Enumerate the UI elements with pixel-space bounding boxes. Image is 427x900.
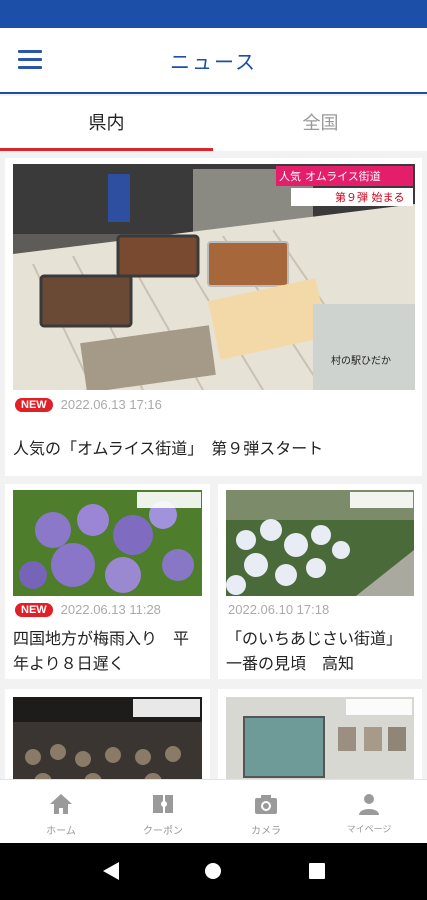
tab-nationwide[interactable]: 全国 [214, 96, 427, 151]
nav-label: ホーム [46, 826, 76, 837]
bottom-navigation: ホーム クーポン カメラ マイページ [0, 779, 427, 843]
article-title-line: 四国地方が梅雨入り 平 [13, 629, 190, 648]
article-meta: NEW 2022.06.13 17:16 [15, 397, 162, 412]
news-feed[interactable]: 人気 オムライス街道 第９弾 始まる 村の駅ひだか NEW 2022.06.13… [0, 151, 427, 779]
article-date: 2022.06.13 17:16 [60, 397, 162, 412]
news-card-featured[interactable]: 人気 オムライス街道 第９弾 始まる 村の駅ひだか NEW 2022.06.13… [5, 158, 422, 476]
back-icon[interactable] [103, 862, 119, 880]
news-thumbnail[interactable] [226, 697, 414, 779]
article-date: 2022.06.10 17:18 [228, 602, 330, 617]
app-header: ニュース [0, 28, 427, 94]
article-title[interactable]: 「のいちあじさい街道」 一番の見頃 高知 [226, 626, 420, 676]
status-bar [0, 0, 427, 28]
news-card[interactable]: 2022.06.10 17:18 「のいちあじさい街道」 一番の見頃 高知 [218, 484, 422, 679]
article-title-line: 一番の見頃 高知 [226, 654, 355, 673]
article-meta: 2022.06.10 17:18 [228, 602, 329, 617]
nav-camera[interactable]: カメラ [213, 780, 319, 844]
page-title: ニュース [170, 50, 257, 74]
news-thumbnail[interactable] [13, 490, 202, 596]
svg-text:村の駅ひだか: 村の駅ひだか [331, 354, 391, 367]
svg-text:第９弾 始まる: 第９弾 始まる [335, 190, 405, 204]
tab-bar: 県内 全国 [0, 96, 427, 151]
nav-label: マイページ [346, 825, 392, 835]
news-card[interactable] [5, 689, 210, 779]
article-meta: NEW 2022.06.13 11:28 [15, 602, 161, 617]
nav-label: カメラ [251, 826, 281, 837]
nav-mypage[interactable]: マイページ [316, 780, 422, 844]
news-card[interactable] [218, 689, 422, 779]
home-circle-icon[interactable] [205, 863, 221, 879]
person-icon [359, 794, 379, 815]
news-thumbnail[interactable] [226, 490, 414, 596]
recents-icon[interactable] [309, 863, 325, 879]
system-navigation-bar [0, 843, 427, 900]
nav-home[interactable]: ホーム [8, 780, 114, 844]
nav-coupon[interactable]: クーポン [110, 780, 216, 844]
camera-icon [255, 795, 277, 814]
svg-text:人気: 人気 [279, 169, 301, 183]
nav-label: クーポン [143, 826, 183, 837]
article-title-line: 年より８日遅く [13, 654, 125, 673]
article-title[interactable]: 人気の「オムライス街道」 第９弾スタート [13, 436, 413, 461]
svg-text:オムライス街道: オムライス街道 [305, 169, 381, 183]
article-date: 2022.06.13 11:28 [60, 602, 161, 617]
news-thumbnail[interactable] [13, 697, 202, 779]
news-card[interactable]: NEW 2022.06.13 11:28 四国地方が梅雨入り 平 年より８日遅く [5, 484, 210, 679]
article-title-line: 「のいちあじさい街道」 [226, 629, 403, 648]
new-badge: NEW [15, 397, 53, 412]
home-icon [50, 794, 72, 814]
coupon-icon [153, 795, 173, 813]
tab-prefecture[interactable]: 県内 [0, 96, 213, 151]
new-badge: NEW [15, 602, 53, 617]
article-title[interactable]: 四国地方が梅雨入り 平 年より８日遅く [13, 626, 208, 676]
news-thumbnail[interactable]: 人気 オムライス街道 第９弾 始まる 村の駅ひだか [13, 164, 415, 390]
